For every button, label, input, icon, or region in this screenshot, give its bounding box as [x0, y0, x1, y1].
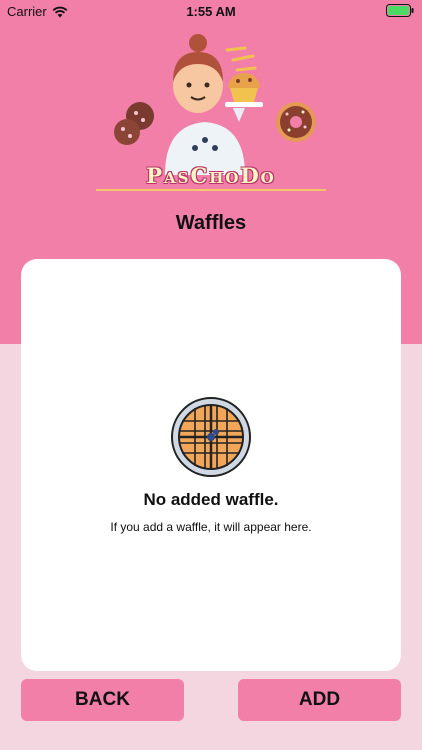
empty-state-title: No added waffle. [143, 490, 279, 509]
page-title: Waffles [175, 212, 247, 234]
empty-state-description: If you add a waffle, it will appear here… [110, 520, 312, 534]
status-time: 1:55 AM [186, 4, 236, 19]
battery-icon [386, 4, 414, 17]
waffle-icon [171, 397, 251, 477]
brand-name: PasChoDo [146, 163, 276, 188]
brand-divider [96, 189, 326, 191]
status-bar: Carrier 1:55 AM [0, 0, 422, 22]
add-button[interactable]: ADD [238, 679, 401, 721]
chef-with-pastries-icon [114, 34, 316, 175]
back-button[interactable]: BACK [21, 679, 184, 721]
empty-state-card: No added waffle. If you add a waffle, it… [21, 259, 401, 671]
status-right [386, 4, 414, 20]
